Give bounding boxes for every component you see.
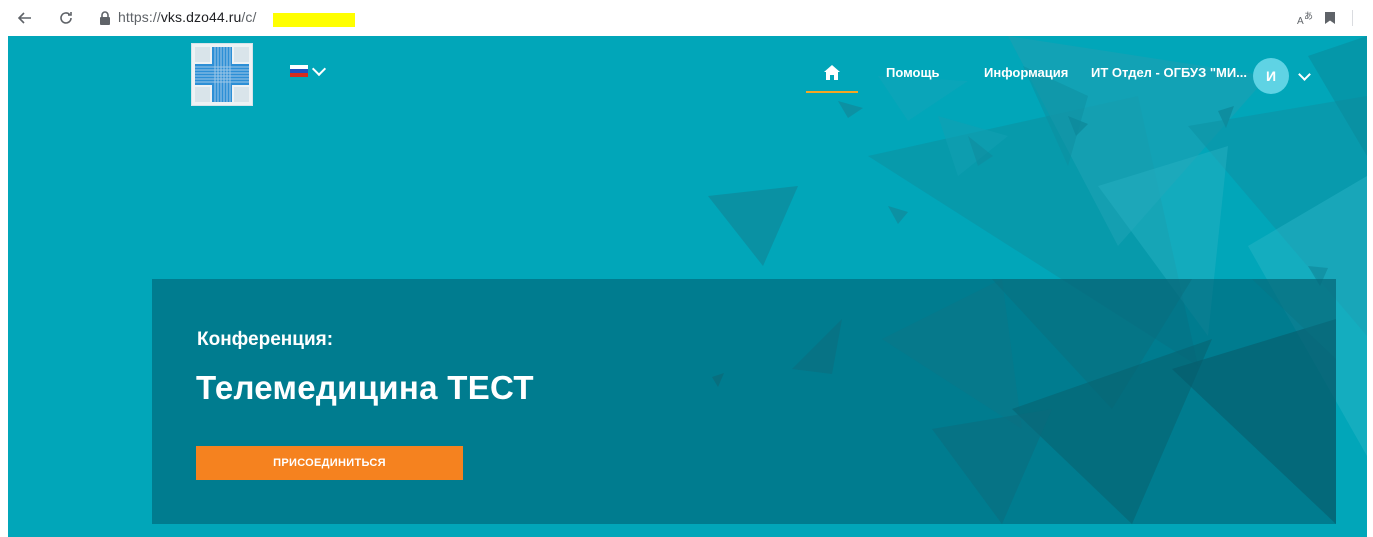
reload-icon[interactable] [57, 9, 75, 27]
redaction-highlight [273, 13, 355, 27]
russian-flag-icon [290, 65, 308, 77]
bookmark-icon[interactable] [1321, 9, 1339, 27]
nav-home-link[interactable] [806, 59, 858, 93]
svg-text:あ: あ [1304, 11, 1313, 22]
logo[interactable] [191, 43, 253, 106]
join-button[interactable]: ПРИСОЕДИНИТЬСЯ [196, 446, 463, 480]
browser-toolbar: https://vks.dzo44.ru/c/ Aあ [0, 0, 1373, 36]
back-arrow-icon[interactable] [16, 9, 34, 27]
url-path: /c/ [241, 9, 257, 25]
active-nav-underline [806, 91, 858, 93]
conference-title: Телемедицина ТЕСТ [196, 369, 534, 406]
home-icon [824, 65, 840, 80]
medical-cross-logo-icon [192, 44, 252, 105]
conference-card: Конференция: Телемедицина ТЕСТ ПРИСОЕДИН… [152, 279, 1336, 524]
toolbar-divider [1352, 10, 1353, 26]
nav-info-link[interactable]: Информация [984, 65, 1068, 80]
conference-page: Помощь Информация ИТ Отдел - ОГБУЗ "МИ..… [8, 36, 1367, 537]
url-host: vks.dzo44.ru [160, 9, 242, 25]
nav-help-link[interactable]: Помощь [886, 65, 939, 80]
svg-text:A: A [1297, 16, 1304, 26]
user-avatar[interactable]: И [1253, 58, 1289, 94]
url-prefix: https:// [118, 9, 161, 25]
translate-icon[interactable]: Aあ [1297, 9, 1315, 27]
conference-label: Конференция: [197, 329, 334, 350]
language-selector[interactable] [290, 61, 327, 77]
nav-organization-link[interactable]: ИТ Отдел - ОГБУЗ "МИ... [1091, 65, 1247, 80]
lock-icon[interactable] [96, 9, 114, 27]
address-bar-url[interactable]: https://vks.dzo44.ru/c/ [118, 9, 257, 25]
